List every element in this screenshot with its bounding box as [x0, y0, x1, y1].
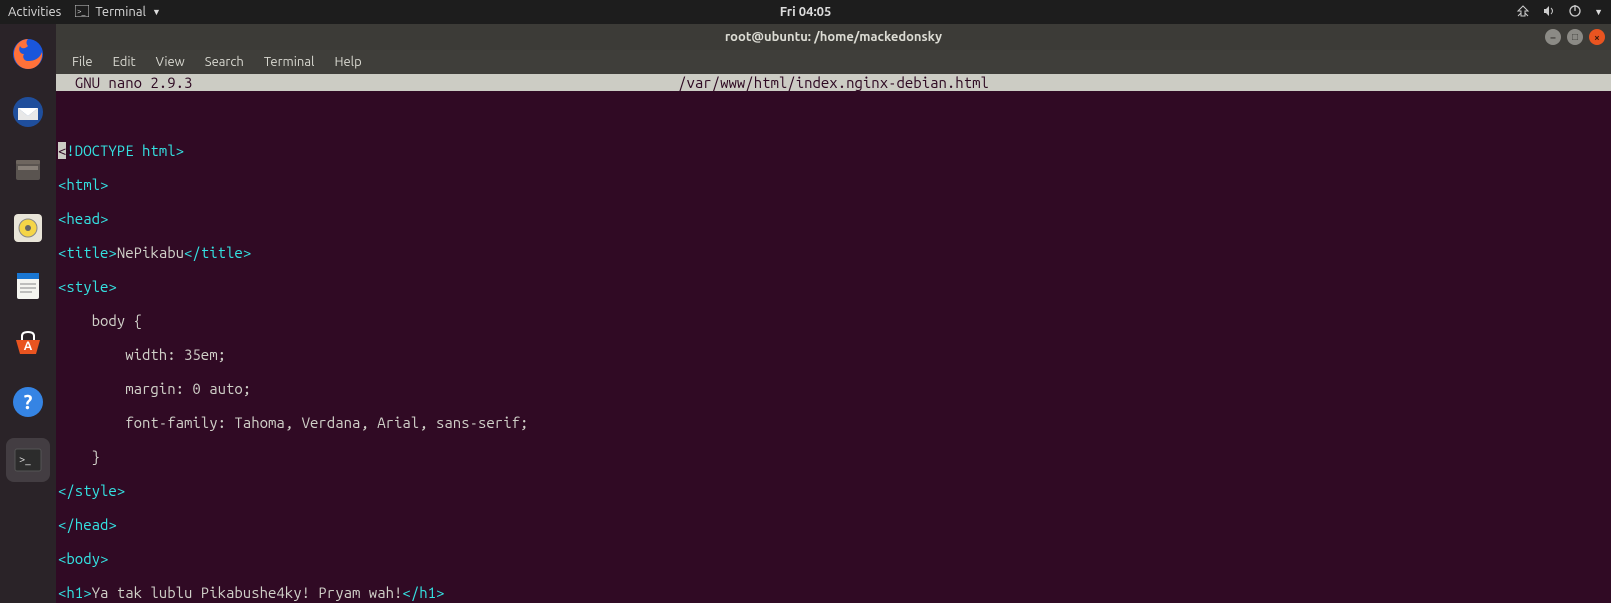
- system-menu-chevron-icon[interactable]: ▼: [1594, 7, 1603, 17]
- dock-thunderbird[interactable]: [6, 90, 50, 134]
- dock-rhythmbox[interactable]: [6, 206, 50, 250]
- menubar: File Edit View Search Terminal Help: [56, 50, 1611, 74]
- menu-view[interactable]: View: [148, 53, 193, 71]
- editor-body[interactable]: <!DOCTYPE html> <html> <head> <title>NeP…: [56, 91, 1611, 603]
- nano-filename: /var/www/html/index.nginx-debian.html: [678, 74, 989, 91]
- app-menu-label: Terminal: [95, 5, 146, 19]
- menu-file[interactable]: File: [64, 53, 101, 71]
- dock-terminal[interactable]: >_: [6, 438, 50, 482]
- chevron-down-icon: ▼: [152, 7, 161, 17]
- terminal-window: root@ubuntu: /home/mackedonsky – □ × Fil…: [56, 24, 1611, 603]
- menu-edit[interactable]: Edit: [105, 53, 144, 71]
- window-titlebar[interactable]: root@ubuntu: /home/mackedonsky – □ ×: [56, 24, 1611, 50]
- nano-header: GNU nano 2.9.3 /var/www/html/index.nginx…: [56, 74, 1611, 91]
- dock: A ? >_: [0, 24, 56, 603]
- menu-search[interactable]: Search: [197, 53, 252, 71]
- close-button[interactable]: ×: [1589, 29, 1605, 45]
- clock[interactable]: Fri 04:05: [780, 5, 832, 19]
- svg-text:>_: >_: [19, 454, 31, 466]
- activities-button[interactable]: Activities: [8, 5, 61, 19]
- network-icon[interactable]: [1516, 4, 1530, 21]
- dock-writer[interactable]: [6, 264, 50, 308]
- terminal-icon: >_: [75, 5, 89, 20]
- power-icon[interactable]: [1568, 4, 1582, 21]
- dock-help[interactable]: ?: [6, 380, 50, 424]
- dock-firefox[interactable]: [6, 32, 50, 76]
- svg-text:?: ?: [24, 390, 33, 413]
- gnome-topbar: Activities >_ Terminal ▼ Fri 04:05 ▼: [0, 0, 1611, 24]
- terminal-content[interactable]: GNU nano 2.9.3 /var/www/html/index.nginx…: [56, 74, 1611, 603]
- dock-files[interactable]: [6, 148, 50, 192]
- menu-help[interactable]: Help: [326, 53, 369, 71]
- svg-text:A: A: [24, 340, 33, 353]
- svg-text:>_: >_: [77, 7, 86, 16]
- window-title: root@ubuntu: /home/mackedonsky: [725, 30, 942, 44]
- volume-icon[interactable]: [1542, 4, 1556, 21]
- nano-version: GNU nano 2.9.3: [58, 74, 192, 91]
- dock-software[interactable]: A: [6, 322, 50, 366]
- app-menu[interactable]: >_ Terminal ▼: [75, 5, 161, 20]
- maximize-button[interactable]: □: [1567, 29, 1583, 45]
- minimize-button[interactable]: –: [1545, 29, 1561, 45]
- menu-terminal[interactable]: Terminal: [256, 53, 323, 71]
